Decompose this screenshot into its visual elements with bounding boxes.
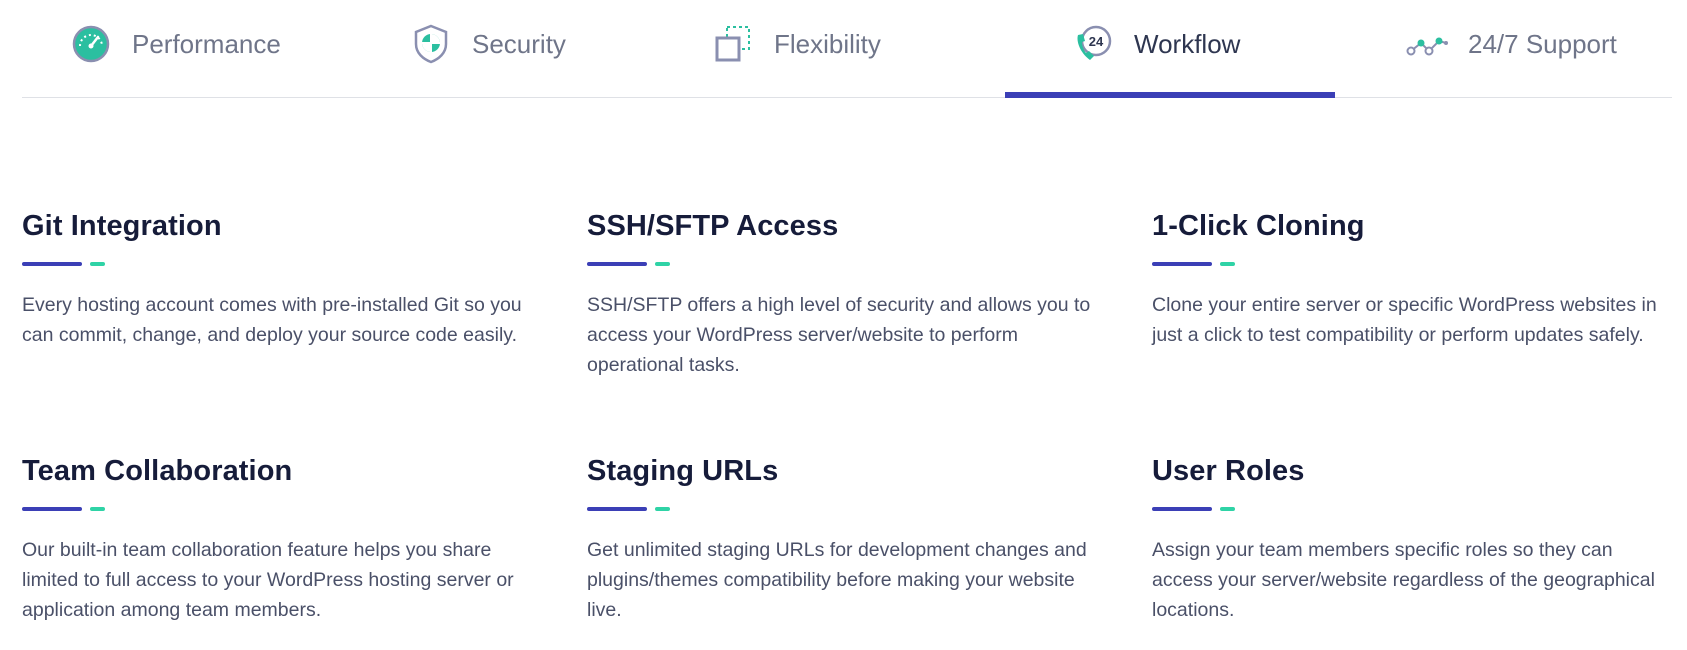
- feature-ssh-sftp-access: SSH/SFTP Access SSH/SFTP offers a high l…: [587, 210, 1107, 380]
- feature-git-integration: Git Integration Every hosting account co…: [22, 210, 542, 350]
- feature-title: Staging URLs: [587, 455, 779, 487]
- feature-1-click-cloning: 1-Click Cloning Clone your entire server…: [1152, 210, 1672, 350]
- title-accent-divider: [587, 261, 1107, 267]
- title-accent-divider: [22, 261, 542, 267]
- feature-staging-urls: Staging URLs Get unlimited staging URLs …: [587, 455, 1107, 625]
- feature-team-collaboration: Team Collaboration Our built-in team col…: [22, 455, 542, 625]
- feature-title: SSH/SFTP Access: [587, 210, 839, 242]
- title-accent-divider: [1152, 261, 1672, 267]
- feature-description: Every hosting account comes with pre-ins…: [22, 294, 522, 346]
- tab-label: Performance: [132, 28, 281, 59]
- tab-security[interactable]: Security: [410, 0, 566, 98]
- feature-title: Team Collaboration: [22, 455, 293, 487]
- tab-label: Flexibility: [774, 28, 881, 59]
- feature-title: User Roles: [1152, 455, 1305, 487]
- tab-flexibility[interactable]: Flexibility: [712, 0, 881, 98]
- title-accent-divider: [1152, 506, 1672, 512]
- feature-description: SSH/SFTP offers a high level of security…: [587, 294, 1091, 376]
- tab-performance[interactable]: Performance: [70, 0, 281, 98]
- resize-squares-icon: [712, 23, 754, 65]
- hosting-features-section: Performance Security Flexibility 24 Work…: [0, 0, 1687, 650]
- speedometer-icon: [70, 23, 112, 65]
- feature-description: Clone your entire server or specific Wor…: [1152, 294, 1657, 346]
- tab-label: 24/7 Support: [1468, 28, 1617, 59]
- feature-user-roles: User Roles Assign your team members spec…: [1152, 455, 1672, 625]
- feature-title: Git Integration: [22, 210, 222, 242]
- feature-description: Assign your team members specific roles …: [1152, 539, 1655, 621]
- tab-support[interactable]: 24/7 Support: [1406, 0, 1617, 98]
- active-tab-indicator: [1005, 92, 1335, 98]
- feature-description: Get unlimited staging URLs for developme…: [587, 539, 1087, 621]
- svg-text:24: 24: [1089, 34, 1104, 49]
- feature-title: 1-Click Cloning: [1152, 210, 1365, 242]
- feature-description: Our built-in team collaboration feature …: [22, 539, 514, 621]
- tab-label: Security: [472, 28, 566, 59]
- tab-label: Workflow: [1134, 28, 1241, 59]
- shield-icon: [410, 23, 452, 65]
- network-nodes-icon: [1406, 23, 1448, 65]
- feature-tabs: Performance Security Flexibility 24 Work…: [22, 0, 1672, 98]
- phone-24-icon: 24: [1072, 23, 1114, 65]
- title-accent-divider: [587, 506, 1107, 512]
- tab-workflow[interactable]: 24 Workflow: [1072, 0, 1240, 98]
- title-accent-divider: [22, 506, 542, 512]
